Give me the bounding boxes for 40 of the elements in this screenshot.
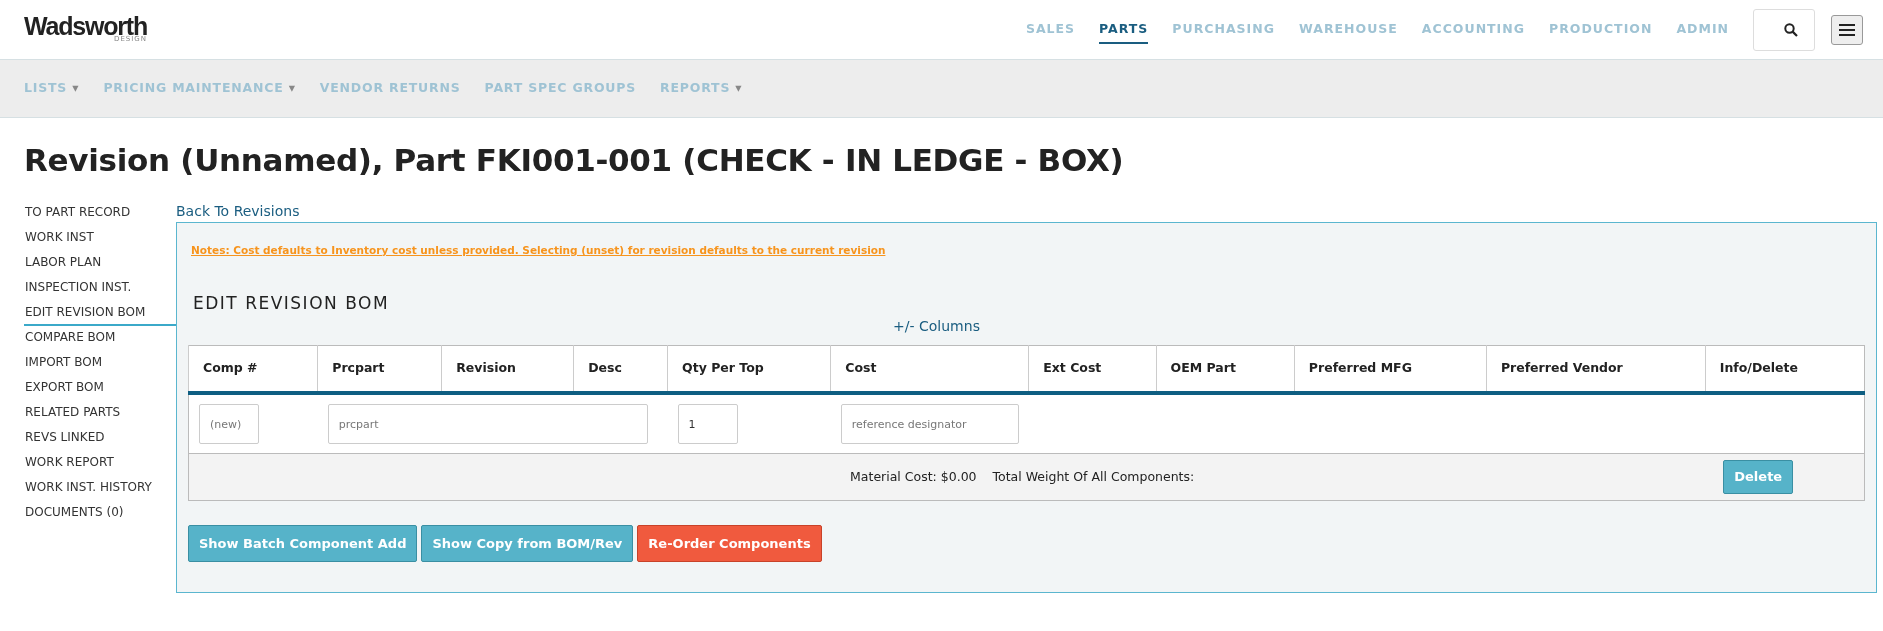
- column-header: Cost: [830, 345, 1029, 394]
- sidebar-item[interactable]: IMPORT BOM: [24, 351, 103, 377]
- search-icon: [1784, 22, 1798, 37]
- column-header: Ext Cost: [1028, 345, 1157, 394]
- menu-icon: [1839, 23, 1855, 36]
- prcpart-field[interactable]: prcpart: [327, 404, 648, 445]
- sidebar-item[interactable]: TO PART RECORD: [24, 201, 132, 227]
- column-header: Qty Per Top: [667, 345, 831, 394]
- column-header: OEM Part: [1156, 345, 1295, 394]
- column-header: Comp #: [188, 345, 318, 394]
- sidebar-item[interactable]: EXPORT BOM: [24, 376, 105, 402]
- comp-number-field[interactable]: (new): [199, 404, 259, 445]
- sidebar-item[interactable]: WORK INST. HISTORY: [24, 476, 153, 502]
- column-header: Prcpart: [317, 345, 442, 394]
- columns-toggle-link[interactable]: +/- Columns: [893, 318, 980, 335]
- column-header: Desc: [573, 345, 668, 394]
- column-header: Preferred MFG: [1294, 345, 1487, 394]
- sidebar-item[interactable]: REVS LINKED: [24, 426, 106, 452]
- back-link[interactable]: Back To Revisions: [176, 203, 300, 220]
- sidebar-item[interactable]: RELATED PARTS: [24, 401, 122, 427]
- sidebar-item[interactable]: COMPARE BOM: [24, 326, 117, 352]
- logo[interactable]: Wadsworth: [24, 15, 147, 35]
- material-cost-text: Material Cost: $0.00: [850, 467, 977, 486]
- page-title: Revision (Unnamed), Part FKI001-001 (CHECK - IN LEDGE - BOX): [24, 142, 1125, 180]
- column-header: Info/Delete: [1705, 345, 1865, 394]
- nav-link[interactable]: PARTS: [1099, 15, 1149, 44]
- column-header: Revision: [441, 345, 574, 394]
- sidebar-item[interactable]: WORK REPORT: [24, 451, 115, 477]
- column-header: Preferred Vendor: [1486, 345, 1706, 394]
- sidebar-item[interactable]: DOCUMENTS (0): [24, 501, 125, 527]
- search-button[interactable]: [1753, 8, 1815, 51]
- sidebar-item[interactable]: INSPECTION INST.: [24, 276, 133, 302]
- total-weight-label: Total Weight Of All Components:: [992, 467, 1195, 486]
- sidebar-item[interactable]: LABOR PLAN: [24, 251, 103, 277]
- section-title: EDIT REVISION BOM: [193, 291, 391, 315]
- menu-button[interactable]: [1831, 14, 1863, 45]
- sidebar-item[interactable]: WORK INST: [24, 226, 95, 252]
- qty-field[interactable]: 1: [677, 404, 738, 445]
- notes-text: Notes: Cost defaults to Inventory cost unless provided. Selecting (unset) for revision defaults to the current revision: [191, 243, 887, 259]
- cost-field[interactable]: reference designator: [840, 404, 1019, 445]
